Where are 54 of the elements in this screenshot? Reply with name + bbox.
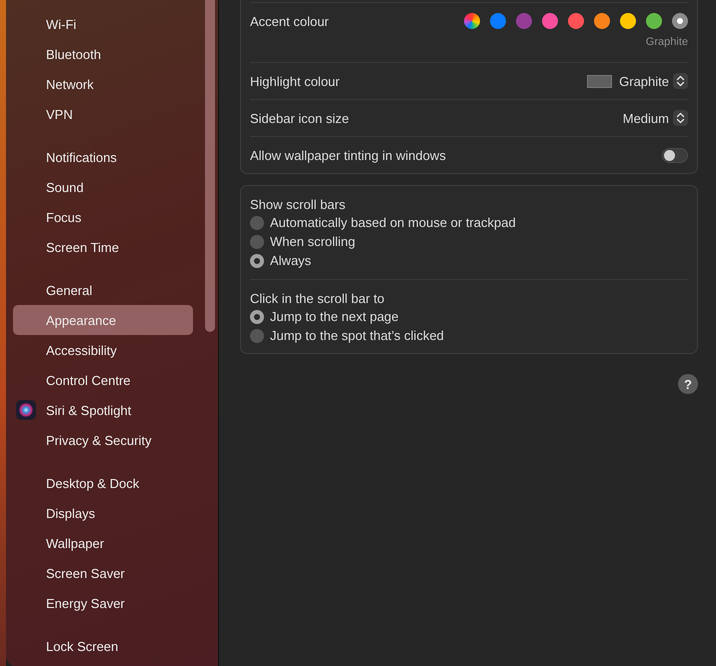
colour-swatch[interactable] [672,13,688,29]
option-label: Jump to the next page [270,309,399,324]
sidebar-item[interactable]: Screen Saver [13,558,193,588]
option-label: Automatically based on mouse or trackpad [270,215,516,230]
sidebar-item[interactable]: Network [13,69,193,99]
sidebar-item[interactable]: Displays [13,498,193,528]
radio-button[interactable] [250,254,264,268]
colour-swatch[interactable] [568,13,584,29]
sidebar-item[interactable]: Screen Time [13,232,193,262]
setting-label: Allow wallpaper tinting in windows [250,148,446,162]
sidebar-item[interactable]: Desktop & Dock [13,468,193,498]
stepper-icon[interactable] [673,110,688,126]
option-label: When scrolling [270,234,356,249]
radio-button[interactable] [250,328,264,342]
stepper-icon[interactable] [673,73,688,89]
sidebar-item[interactable]: Wallpaper [13,528,193,558]
sidebar-item[interactable]: Accessibility [13,335,193,365]
radio-button[interactable] [250,310,264,324]
sidebar-item[interactable]: Appearance [13,305,193,335]
colour-swatch[interactable] [490,13,506,29]
sidebar-item[interactable]: VPN [13,99,193,129]
colour-swatch[interactable] [516,13,532,29]
colour-swatch[interactable] [646,13,662,29]
radio-button[interactable] [250,234,264,248]
popup-value[interactable]: Medium [622,110,669,126]
option-label: Jump to the spot that’s clicked [270,328,444,343]
radio-button[interactable] [250,216,264,230]
help-button[interactable]: ? [678,374,698,394]
sidebar-item[interactable]: Siri & Spotlight [13,395,193,425]
colour-caption: Graphite [646,36,688,48]
sidebar-item[interactable]: Focus [13,202,193,232]
scrollbar-thumb[interactable] [205,0,215,332]
popup-value[interactable]: Graphite [619,74,669,88]
sidebar-item[interactable]: Energy Saver [13,588,193,618]
orb-icon [16,400,36,420]
sidebar-item[interactable]: Wi-Fi [13,9,193,39]
sidebar-item[interactable]: Notifications [13,142,193,172]
setting-label: Sidebar icon size [250,110,349,126]
setting-label: Accent colour [250,14,329,29]
sidebar-item[interactable]: Control Centre [13,365,193,395]
sidebar-item[interactable]: Bluetooth [13,39,193,69]
section-label: Show scroll bars [250,196,346,213]
colour-swatch[interactable] [594,13,610,29]
colour-swatch[interactable] [620,13,636,29]
option-label: Always [270,253,312,268]
toggle-switch[interactable] [662,148,688,162]
section-label: Click in the scroll bar to [250,290,386,307]
setting-label: Highlight colour [250,74,340,88]
colour-swatch[interactable] [464,13,480,29]
sidebar-item[interactable]: General [13,275,193,305]
sidebar-item[interactable]: Privacy & Security [13,425,193,455]
sidebar-item[interactable]: Sound [13,172,193,202]
sidebar-item[interactable]: Lock Screen [13,631,193,661]
colour-swatch[interactable] [542,13,558,29]
